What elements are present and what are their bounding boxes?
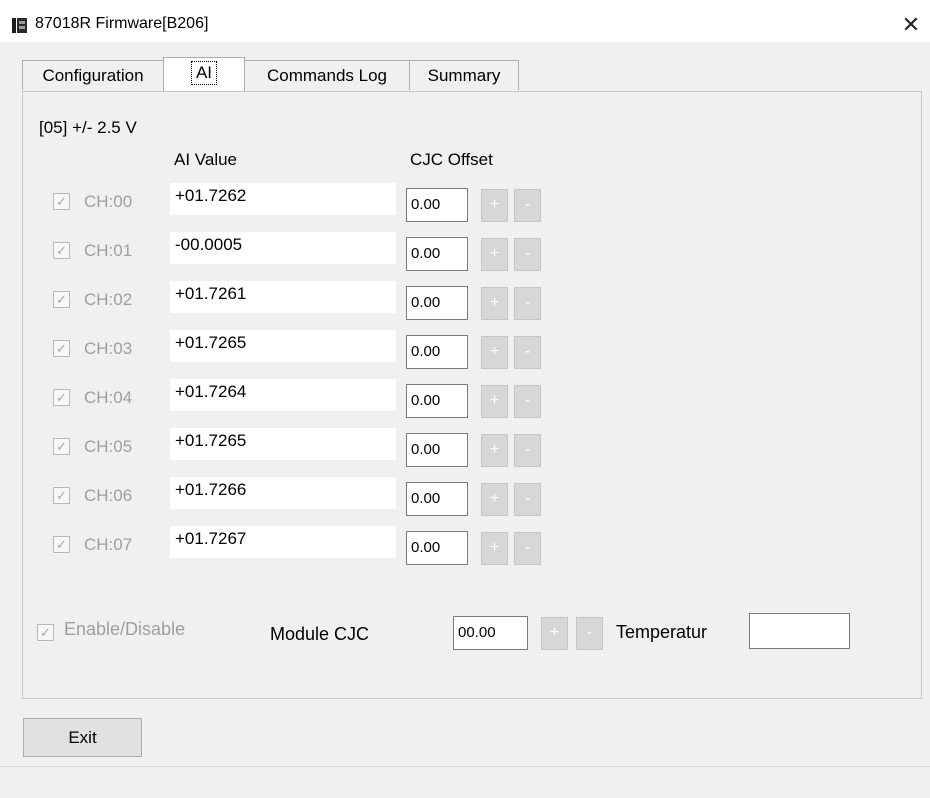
- app-window: 87018R Firmware[B206] ✕ Configuration AI…: [0, 0, 930, 798]
- cjc-offset-input[interactable]: 0.00: [406, 335, 468, 369]
- cjc-offset-input[interactable]: 0.00: [406, 531, 468, 565]
- window-title: 87018R Firmware[B206]: [35, 15, 209, 32]
- cjc-plus-button[interactable]: +: [481, 385, 508, 418]
- cjc-plus-button[interactable]: +: [481, 336, 508, 369]
- channel-label: CH:02: [84, 290, 133, 309]
- temperature-label: Temperatur: [616, 622, 708, 642]
- app-icon: [12, 18, 27, 33]
- cjc-minus-button[interactable]: -: [514, 483, 541, 516]
- cjc-offset-input[interactable]: 0.00: [406, 188, 468, 222]
- range-label: [05] +/- 2.5 V: [39, 118, 137, 137]
- ai-value-field: +01.7267: [170, 526, 396, 558]
- channel-label: CH:07: [84, 535, 133, 554]
- ai-value-field: +01.7265: [170, 428, 396, 460]
- channel-checkbox[interactable]: ✓: [53, 389, 70, 406]
- tab-summary[interactable]: Summary: [409, 60, 519, 90]
- module-cjc-label: Module CJC: [270, 624, 370, 644]
- exit-button[interactable]: Exit: [23, 718, 142, 757]
- cjc-plus-button[interactable]: +: [481, 189, 508, 222]
- ai-value-field: +01.7262: [170, 183, 396, 215]
- cjc-offset-input[interactable]: 0.00: [406, 384, 468, 418]
- tab-commands-log[interactable]: Commands Log: [244, 60, 410, 90]
- cjc-minus-button[interactable]: -: [514, 189, 541, 222]
- ai-value-field: +01.7266: [170, 477, 396, 509]
- cjc-minus-button[interactable]: -: [514, 434, 541, 467]
- tab-summary-label: Summary: [427, 66, 501, 85]
- cjc-offset-input[interactable]: 0.00: [406, 237, 468, 271]
- ai-value-field: +01.7261: [170, 281, 396, 313]
- channel-checkbox[interactable]: ✓: [53, 487, 70, 504]
- channel-checkbox[interactable]: ✓: [53, 242, 70, 259]
- tab-ai-label: AI: [190, 61, 218, 85]
- module-cjc-minus-button[interactable]: -: [576, 617, 603, 650]
- channel-label: CH:00: [84, 192, 133, 211]
- ai-tab-panel: [22, 91, 922, 699]
- channel-checkbox[interactable]: ✓: [53, 340, 70, 357]
- cjc-offset-header: CJC Offset: [410, 150, 493, 169]
- module-cjc-input[interactable]: 00.00: [453, 616, 528, 650]
- channel-checkbox[interactable]: ✓: [53, 193, 70, 210]
- cjc-offset-input[interactable]: 0.00: [406, 482, 468, 516]
- cjc-plus-button[interactable]: +: [481, 434, 508, 467]
- cjc-plus-button[interactable]: +: [481, 532, 508, 565]
- cjc-plus-button[interactable]: +: [481, 287, 508, 320]
- cjc-plus-button[interactable]: +: [481, 238, 508, 271]
- enable-disable-checkbox[interactable]: ✓: [37, 624, 54, 641]
- module-cjc-plus-button[interactable]: +: [541, 617, 568, 650]
- ai-value-field: +01.7265: [170, 330, 396, 362]
- channel-checkbox[interactable]: ✓: [53, 536, 70, 553]
- tab-ai[interactable]: AI: [163, 57, 245, 92]
- cjc-minus-button[interactable]: -: [514, 532, 541, 565]
- ai-value-field: -00.0005: [170, 232, 396, 264]
- channel-label: CH:06: [84, 486, 133, 505]
- cjc-minus-button[interactable]: -: [514, 287, 541, 320]
- cjc-minus-button[interactable]: -: [514, 385, 541, 418]
- tab-configuration[interactable]: Configuration: [22, 60, 164, 90]
- close-icon[interactable]: ✕: [896, 10, 926, 40]
- tab-configuration-label: Configuration: [42, 66, 144, 85]
- channel-label: CH:03: [84, 339, 133, 358]
- tab-commands-log-label: Commands Log: [266, 66, 387, 85]
- channel-label: CH:01: [84, 241, 133, 260]
- cjc-offset-input[interactable]: 0.00: [406, 286, 468, 320]
- channel-label: CH:05: [84, 437, 133, 456]
- cjc-minus-button[interactable]: -: [514, 238, 541, 271]
- ai-value-field: +01.7264: [170, 379, 396, 411]
- cjc-plus-button[interactable]: +: [481, 483, 508, 516]
- ai-value-header: AI Value: [174, 150, 238, 169]
- channel-checkbox[interactable]: ✓: [53, 438, 70, 455]
- cjc-offset-input[interactable]: 0.00: [406, 433, 468, 467]
- enable-disable-label: Enable/Disable: [64, 619, 186, 639]
- title-bar: 87018R Firmware[B206] ✕: [0, 0, 930, 42]
- status-bar: [0, 766, 930, 798]
- channel-checkbox[interactable]: ✓: [53, 291, 70, 308]
- cjc-minus-button[interactable]: -: [514, 336, 541, 369]
- channel-label: CH:04: [84, 388, 133, 407]
- temperature-field[interactable]: [749, 613, 850, 649]
